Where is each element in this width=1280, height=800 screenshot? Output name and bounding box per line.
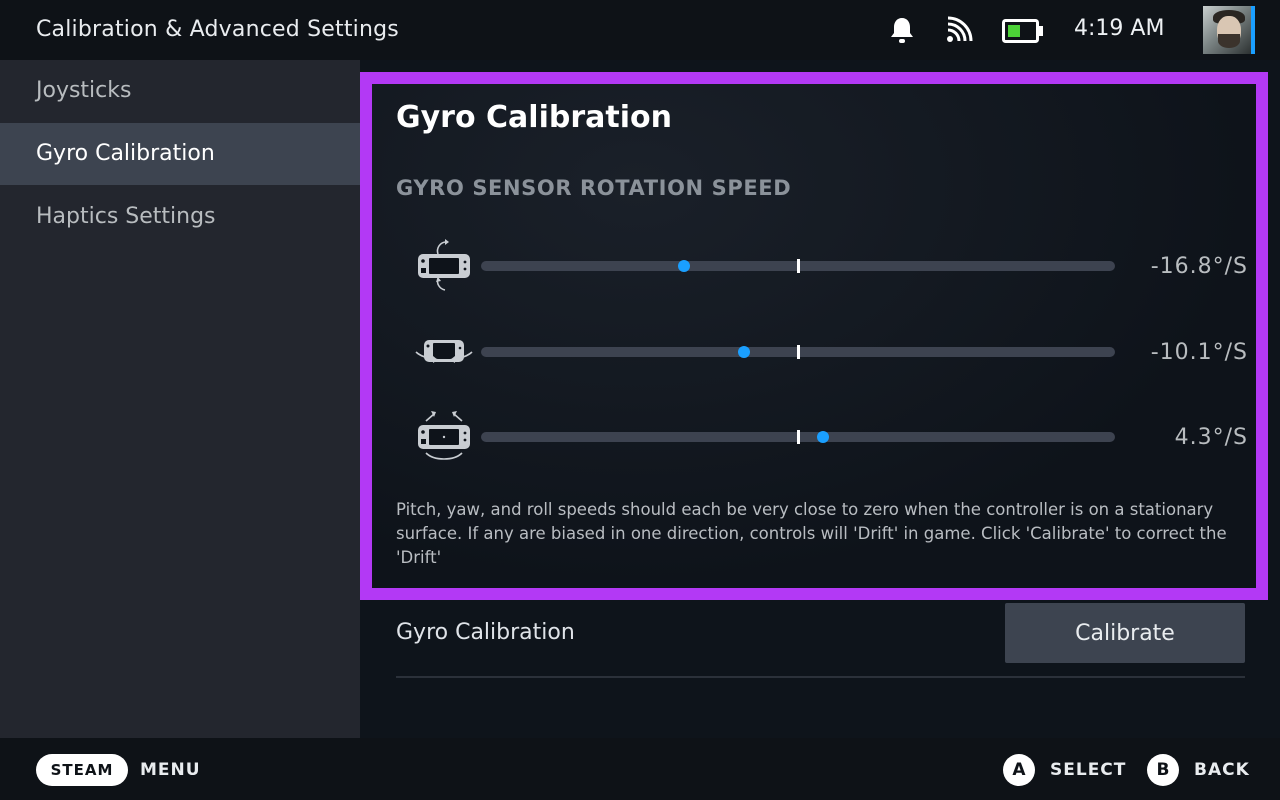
calibration-row: Gyro Calibration Calibrate xyxy=(396,600,1245,678)
bottom-bar: STEAM MENU A SELECT B BACK xyxy=(0,738,1280,800)
wifi-icon[interactable] xyxy=(945,16,973,44)
sidebar-item-label: Haptics Settings xyxy=(36,204,216,229)
yaw-icon xyxy=(415,340,473,363)
top-bar: Calibration & Advanced Settings 4:19 AM xyxy=(0,0,1280,60)
sidebar-item-label: Gyro Calibration xyxy=(36,141,215,166)
gyro-row-pitch: -16.8°/S xyxy=(372,236,1256,296)
pitch-speed-track xyxy=(481,259,1115,273)
gyro-row-roll: 4.3°/S xyxy=(372,407,1256,467)
battery-icon[interactable] xyxy=(1002,19,1044,43)
yaw-speed-value: -10.1°/S xyxy=(1150,340,1248,365)
sidebar-item-joysticks[interactable]: Joysticks xyxy=(0,60,360,122)
b-button-icon[interactable]: B xyxy=(1147,754,1179,786)
yaw-speed-indicator xyxy=(738,346,751,358)
track-center-marker xyxy=(797,259,800,273)
back-label: BACK xyxy=(1194,760,1250,780)
calibration-label: Gyro Calibration xyxy=(396,620,575,645)
pitch-speed-value: -16.8°/S xyxy=(1150,254,1248,279)
clock: 4:19 AM xyxy=(1074,16,1165,41)
steam-button[interactable]: STEAM xyxy=(36,754,128,786)
menu-label: MENU xyxy=(140,760,201,780)
yaw-speed-track xyxy=(481,345,1115,359)
roll-speed-indicator xyxy=(817,431,830,443)
help-text: Pitch, yaw, and roll speeds should each … xyxy=(396,500,1227,567)
roll-speed-value: 4.3°/S xyxy=(1174,425,1248,450)
select-label: SELECT xyxy=(1050,760,1127,780)
sidebar: Joysticks Gyro Calibration Haptics Setti… xyxy=(0,60,360,738)
avatar[interactable] xyxy=(1203,6,1255,54)
sidebar-item-gyro-calibration[interactable]: Gyro Calibration xyxy=(0,123,360,185)
sidebar-item-haptics-settings[interactable]: Haptics Settings xyxy=(0,186,360,248)
a-button-icon[interactable]: A xyxy=(1003,754,1035,786)
pitch-icon xyxy=(418,239,470,291)
track-center-marker xyxy=(797,430,800,444)
section-label: GYRO SENSOR ROTATION SPEED xyxy=(396,176,792,200)
main-content: Gyro Calibration GYRO SENSOR ROTATION SP… xyxy=(360,60,1280,738)
bell-icon[interactable] xyxy=(889,16,915,44)
roll-speed-track xyxy=(481,430,1115,444)
pitch-speed-indicator xyxy=(677,260,690,272)
track-center-marker xyxy=(797,345,800,359)
page-title: Calibration & Advanced Settings xyxy=(36,17,399,42)
gyro-calibration-panel[interactable]: Gyro Calibration GYRO SENSOR ROTATION SP… xyxy=(360,72,1268,600)
sidebar-item-label: Joysticks xyxy=(36,78,132,103)
calibrate-button[interactable]: Calibrate xyxy=(1005,603,1245,663)
roll-icon xyxy=(418,411,470,460)
panel-title: Gyro Calibration xyxy=(396,100,672,135)
gyro-row-yaw: -10.1°/S xyxy=(372,322,1256,382)
